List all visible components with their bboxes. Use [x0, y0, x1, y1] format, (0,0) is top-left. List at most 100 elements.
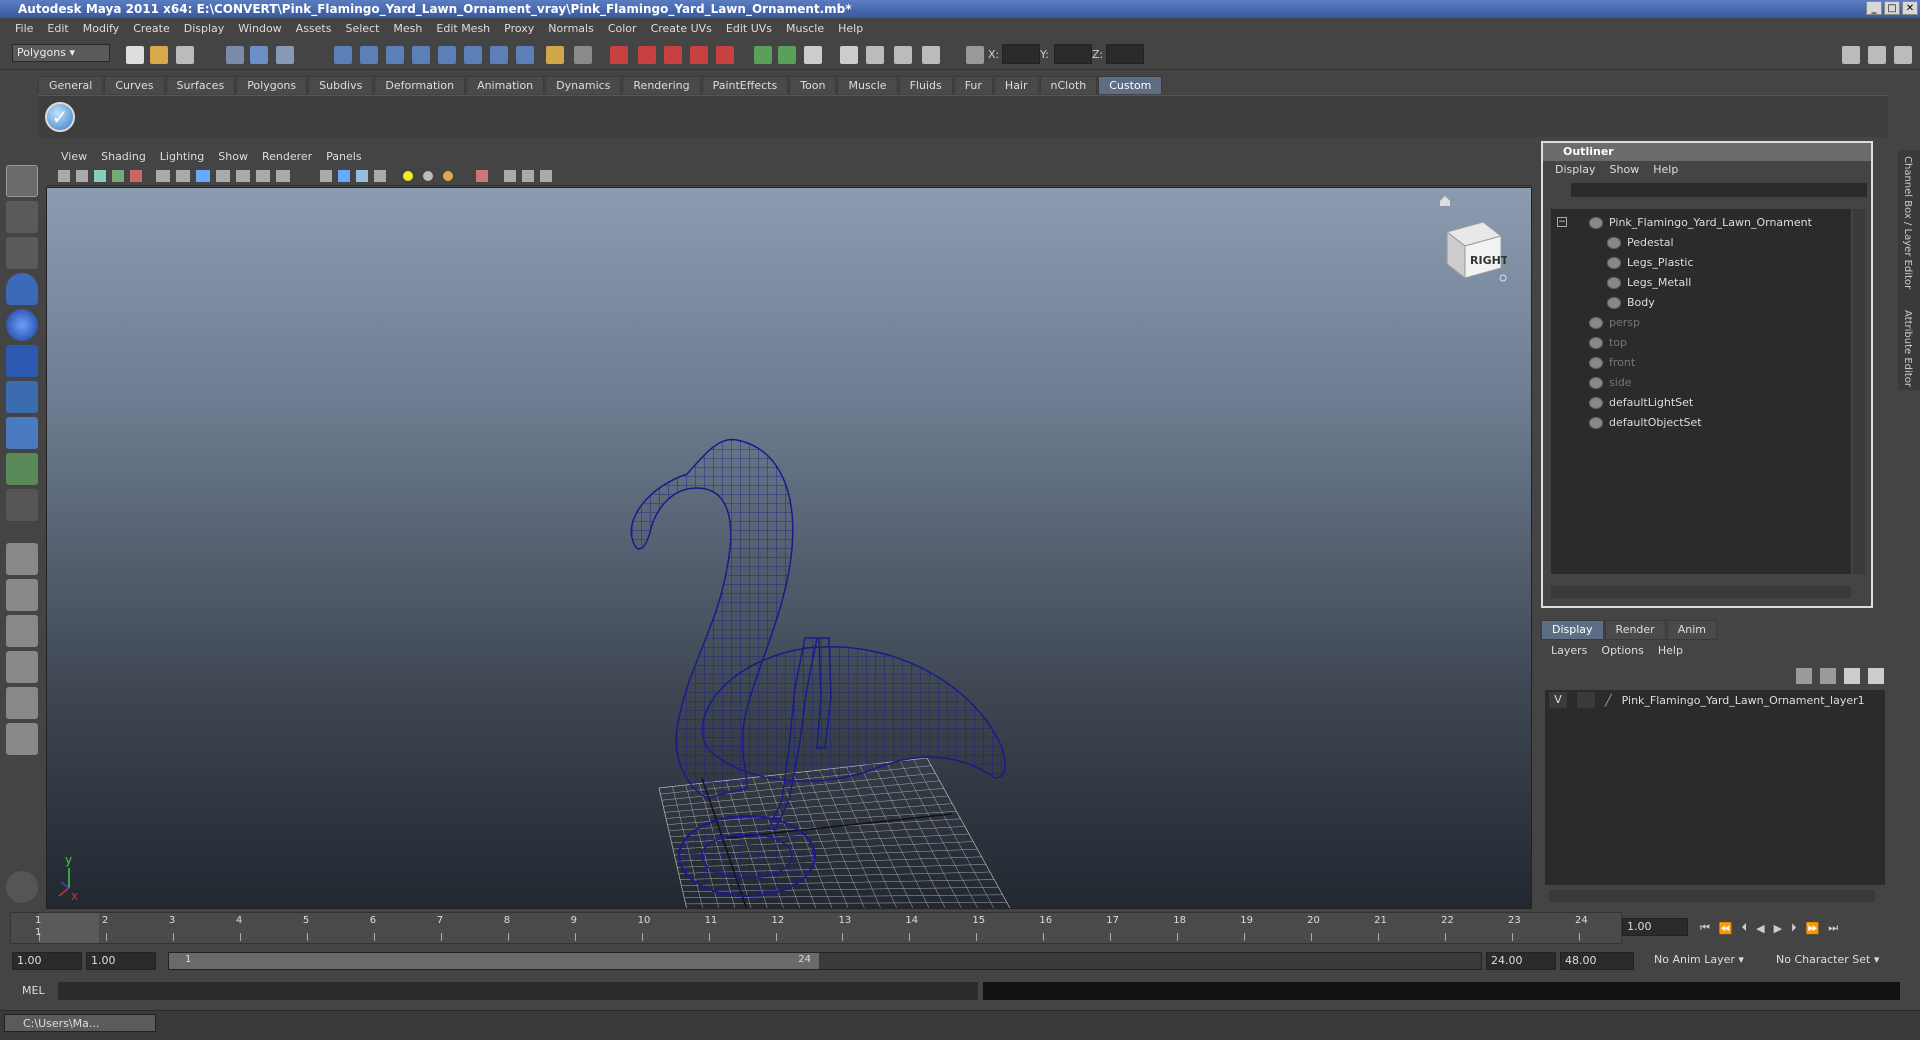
snap-grid-icon[interactable]: [334, 46, 352, 64]
menu-muscle[interactable]: Muscle: [779, 22, 831, 35]
x-field[interactable]: [1002, 44, 1040, 64]
layer-menu-help[interactable]: Help: [1658, 640, 1683, 662]
persp-graph-layout-icon[interactable]: [6, 651, 38, 683]
tab-animation[interactable]: Animation: [466, 76, 545, 94]
outliner-item[interactable]: Pink_Flamingo_Yard_Lawn_Ornament: [1589, 213, 1812, 233]
snap-plane-icon[interactable]: [412, 46, 430, 64]
tab-fluids[interactable]: Fluids: [898, 76, 953, 94]
step-back-key-icon[interactable]: ⏪: [1719, 922, 1733, 935]
panel-menu-panels[interactable]: Panels: [319, 148, 368, 166]
menu-edit-mesh[interactable]: Edit Mesh: [429, 22, 497, 35]
outliner-item[interactable]: Pedestal: [1607, 233, 1674, 253]
scale-tool-icon[interactable]: [6, 345, 38, 377]
four-view-layout-icon[interactable]: [6, 579, 38, 611]
step-forward-key-icon[interactable]: ⏩: [1806, 922, 1820, 935]
range-slider-handle[interactable]: 1 24: [169, 953, 819, 969]
rotate-tool-icon[interactable]: [6, 309, 38, 341]
time-slider[interactable]: 1 2 3 4 5 6 7 8 9 10 11 12 13 14 15 16 17 18 19 20 21 22 23 24 …: [10, 912, 1622, 944]
panel-menu-view[interactable]: View: [54, 148, 94, 166]
panel-menu-show[interactable]: Show: [211, 148, 255, 166]
panel-menu-shading[interactable]: Shading: [94, 148, 153, 166]
end-time-field[interactable]: 48.00: [1560, 952, 1634, 970]
layer-menu-options[interactable]: Options: [1601, 640, 1643, 662]
hypershade-icon[interactable]: [690, 46, 708, 64]
step-forward-frame-icon[interactable]: ⏵: [1791, 921, 1797, 935]
snap-surface-icon[interactable]: [438, 46, 456, 64]
help-icon[interactable]: [516, 46, 534, 64]
layer-tab-anim[interactable]: Anim: [1666, 620, 1717, 640]
minimized-window-item[interactable]: C:\Users\Ma...: [4, 1014, 156, 1032]
panel-toolbar-icons[interactable]: [46, 166, 566, 186]
persp-outliner-layout-icon[interactable]: [6, 615, 38, 647]
tab-fur[interactable]: Fur: [953, 76, 993, 94]
current-frame-field[interactable]: 1.00: [1622, 918, 1688, 936]
open-scene-icon[interactable]: [150, 46, 168, 64]
outliner-item[interactable]: side: [1589, 373, 1632, 393]
soft-mod-icon[interactable]: [6, 417, 38, 449]
tab-polygons[interactable]: Polygons: [236, 76, 308, 94]
tab-general[interactable]: General: [38, 76, 104, 94]
transform-field-icon[interactable]: [966, 46, 984, 64]
y-field[interactable]: [1054, 44, 1092, 64]
snap-curve-icon[interactable]: [360, 46, 378, 64]
select-component-icon[interactable]: [276, 46, 294, 64]
layer-move-down-icon[interactable]: [1868, 668, 1884, 684]
layout-2-icon[interactable]: [778, 46, 796, 64]
panel-icon[interactable]: [840, 46, 858, 64]
layer-move-up-icon[interactable]: [1844, 668, 1860, 684]
menu-set-dropdown[interactable]: Polygons ▾: [12, 44, 110, 62]
input-ops-icon[interactable]: [574, 46, 592, 64]
tab-curves[interactable]: Curves: [104, 76, 165, 94]
tab-toon[interactable]: Toon: [789, 76, 837, 94]
layer-menu-layers[interactable]: Layers: [1551, 640, 1587, 662]
layout-1-icon[interactable]: [754, 46, 772, 64]
collapse-toggle[interactable]: −: [1557, 217, 1567, 227]
show-hide-attr-editor-icon[interactable]: [1842, 46, 1860, 64]
mel-input[interactable]: [58, 982, 978, 1000]
minimize-button[interactable]: _: [1866, 1, 1882, 15]
snap-point-icon[interactable]: [386, 46, 404, 64]
new-layer-empty-icon[interactable]: [1796, 668, 1812, 684]
menu-assets[interactable]: Assets: [289, 22, 339, 35]
panel-4-icon[interactable]: [922, 46, 940, 64]
tab-painteffects[interactable]: PaintEffects: [701, 76, 789, 94]
panel-2-icon[interactable]: [866, 46, 884, 64]
menu-proxy[interactable]: Proxy: [497, 22, 541, 35]
layer-visibility-toggle[interactable]: V: [1549, 692, 1567, 708]
show-hide-tool-settings-icon[interactable]: [1868, 46, 1886, 64]
menu-edit[interactable]: Edit: [40, 22, 75, 35]
show-manip-icon[interactable]: [6, 453, 38, 485]
playback-start-field[interactable]: 1.00: [86, 952, 156, 970]
move-tool-icon[interactable]: [6, 273, 38, 305]
go-to-end-icon[interactable]: ⏭: [1828, 921, 1838, 935]
anim-layer-dropdown[interactable]: No Anim Layer ▾: [1650, 952, 1758, 970]
layer-tab-display[interactable]: Display: [1541, 620, 1604, 640]
lasso-tool-icon[interactable]: [6, 201, 38, 233]
outliner-menu-show[interactable]: Show: [1610, 161, 1640, 179]
render-current-icon[interactable]: [610, 46, 628, 64]
range-slider[interactable]: 1 24: [168, 952, 1482, 970]
tab-surfaces[interactable]: Surfaces: [165, 76, 236, 94]
outliner-item[interactable]: persp: [1589, 313, 1640, 333]
tab-subdivs[interactable]: Subdivs: [308, 76, 374, 94]
play-forward-icon[interactable]: ▶: [1774, 922, 1782, 935]
menu-create[interactable]: Create: [126, 22, 177, 35]
menu-modify[interactable]: Modify: [76, 22, 126, 35]
history-icon[interactable]: [490, 46, 508, 64]
z-field[interactable]: [1106, 44, 1144, 64]
layout-3-icon[interactable]: [804, 46, 822, 64]
tab-dynamics[interactable]: Dynamics: [545, 76, 622, 94]
outliner-menu-help[interactable]: Help: [1653, 161, 1678, 179]
maximize-button[interactable]: □: [1884, 1, 1900, 15]
universal-manip-icon[interactable]: [6, 381, 38, 413]
tab-hair[interactable]: Hair: [993, 76, 1039, 94]
show-hide-channel-box-icon[interactable]: [1894, 46, 1912, 64]
panel-menu-renderer[interactable]: Renderer: [255, 148, 319, 166]
tab-deformation[interactable]: Deformation: [374, 76, 466, 94]
menu-help[interactable]: Help: [831, 22, 870, 35]
outliner-item[interactable]: defaultObjectSet: [1589, 413, 1702, 433]
panel-menu-lighting[interactable]: Lighting: [153, 148, 211, 166]
side-tab-attribute-editor[interactable]: Attribute Editor: [1902, 310, 1913, 387]
tab-ncloth[interactable]: nCloth: [1039, 76, 1098, 94]
playback-end-field[interactable]: 24.00: [1486, 952, 1556, 970]
